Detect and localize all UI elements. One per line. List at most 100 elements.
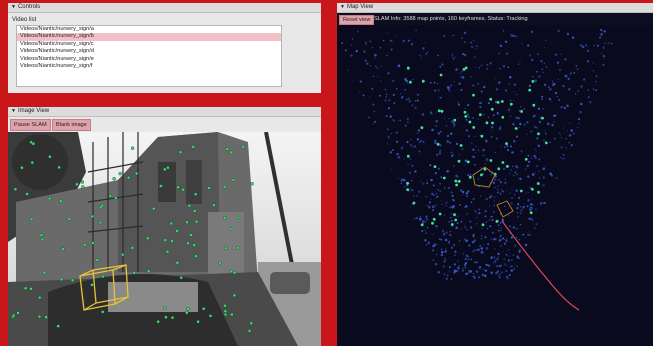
map-point	[566, 104, 569, 107]
map-point	[538, 75, 541, 78]
map-point	[568, 141, 571, 144]
map-point	[425, 218, 429, 221]
map-point	[542, 71, 544, 73]
map-point	[455, 226, 458, 230]
video-list-item[interactable]: Videos/Niantic/nursery_sign/d	[17, 48, 281, 55]
map-point	[460, 89, 463, 91]
map-point	[483, 244, 485, 246]
feature-point	[61, 247, 65, 251]
map-point	[414, 145, 417, 148]
map-point	[472, 39, 475, 42]
map-point-tracked	[421, 79, 425, 83]
map-point	[455, 142, 459, 146]
map-point	[457, 215, 460, 217]
collapse-arrow-icon[interactable]: ▼	[11, 4, 16, 10]
feature-point	[44, 315, 48, 319]
feature-point	[98, 205, 103, 210]
map-point	[487, 264, 490, 267]
map-point	[435, 204, 437, 207]
map-point	[557, 29, 560, 33]
map-point	[604, 42, 606, 45]
map-point	[560, 134, 562, 136]
map-point	[560, 106, 563, 109]
map-point	[480, 235, 483, 237]
feature-point	[232, 293, 237, 298]
map-point	[469, 269, 472, 273]
map-point	[527, 199, 530, 202]
map-point	[572, 132, 575, 135]
video-list-item[interactable]: Videos/Niantic/nursery_sign/a	[17, 26, 281, 33]
map-point	[450, 246, 454, 249]
map-point	[489, 205, 491, 207]
map-point	[493, 256, 496, 258]
map-point	[477, 178, 480, 180]
map-point	[515, 35, 518, 38]
map-point	[455, 68, 458, 71]
map-point	[506, 145, 509, 148]
map-point	[410, 145, 412, 147]
map-point	[464, 164, 466, 166]
map-point	[447, 117, 450, 120]
pause-slam-button[interactable]: Pause SLAM	[10, 119, 51, 131]
video-list-item[interactable]: Videos/Niantic/nursery_sign/c	[17, 41, 281, 48]
map-point	[505, 238, 508, 240]
blank-image-button[interactable]: Blank image	[52, 119, 91, 131]
map-point	[553, 121, 555, 124]
map-point	[513, 91, 515, 93]
map-point	[515, 93, 518, 96]
video-list-item[interactable]: Videos/Niantic/nursery_sign/f	[17, 63, 281, 70]
feature-point	[189, 233, 193, 237]
map-point	[452, 205, 455, 208]
map-point	[508, 215, 510, 217]
video-list-item[interactable]: Videos/Niantic/nursery_sign/e	[17, 56, 281, 63]
map-3d-view[interactable]	[337, 25, 653, 346]
map-point	[505, 52, 509, 55]
map-point	[379, 46, 382, 49]
map-point	[480, 167, 482, 169]
map-point	[512, 226, 516, 229]
map-point	[432, 205, 435, 208]
map-point	[519, 177, 522, 181]
map-point	[594, 80, 597, 83]
feature-point	[159, 184, 163, 188]
map-point	[498, 52, 501, 55]
map-point	[507, 66, 510, 68]
map-point	[589, 100, 592, 104]
map-view-title[interactable]: ▼ Map View	[337, 3, 653, 13]
map-point-tracked	[464, 115, 468, 118]
map-point	[525, 244, 527, 246]
map-point	[423, 170, 425, 172]
map-point	[445, 248, 447, 250]
map-point	[535, 223, 538, 226]
video-list-item-selected[interactable]: Videos/Niantic/nursery_sign/b	[17, 33, 281, 41]
map-point-tracked	[500, 100, 504, 103]
map-point	[568, 87, 571, 91]
map-point	[516, 255, 519, 258]
map-point	[578, 122, 580, 125]
video-list[interactable]: Videos/Niantic/nursery_sign/a Videos/Nia…	[16, 25, 282, 87]
map-point	[374, 53, 377, 57]
map-point	[480, 195, 482, 197]
map-point	[411, 164, 414, 167]
feature-point	[82, 243, 87, 247]
map-point	[462, 193, 464, 196]
collapse-arrow-icon[interactable]: ▼	[340, 4, 345, 10]
controls-title[interactable]: ▼ Controls	[8, 3, 321, 13]
map-point	[457, 101, 460, 104]
map-point	[393, 102, 396, 105]
map-point	[485, 246, 489, 250]
map-point	[495, 137, 498, 140]
map-point-tracked	[457, 159, 461, 163]
map-point	[526, 205, 529, 208]
map-point	[527, 160, 531, 164]
map-point	[490, 238, 492, 240]
map-point	[498, 274, 500, 277]
collapse-arrow-icon[interactable]: ▼	[11, 108, 16, 114]
reset-view-button[interactable]: Reset view	[339, 15, 375, 25]
map-point	[492, 114, 495, 117]
image-view-title[interactable]: ▼ Image View	[8, 107, 321, 117]
map-point	[450, 278, 453, 280]
map-point	[544, 47, 546, 49]
map-point	[535, 210, 537, 212]
map-point	[518, 127, 520, 129]
